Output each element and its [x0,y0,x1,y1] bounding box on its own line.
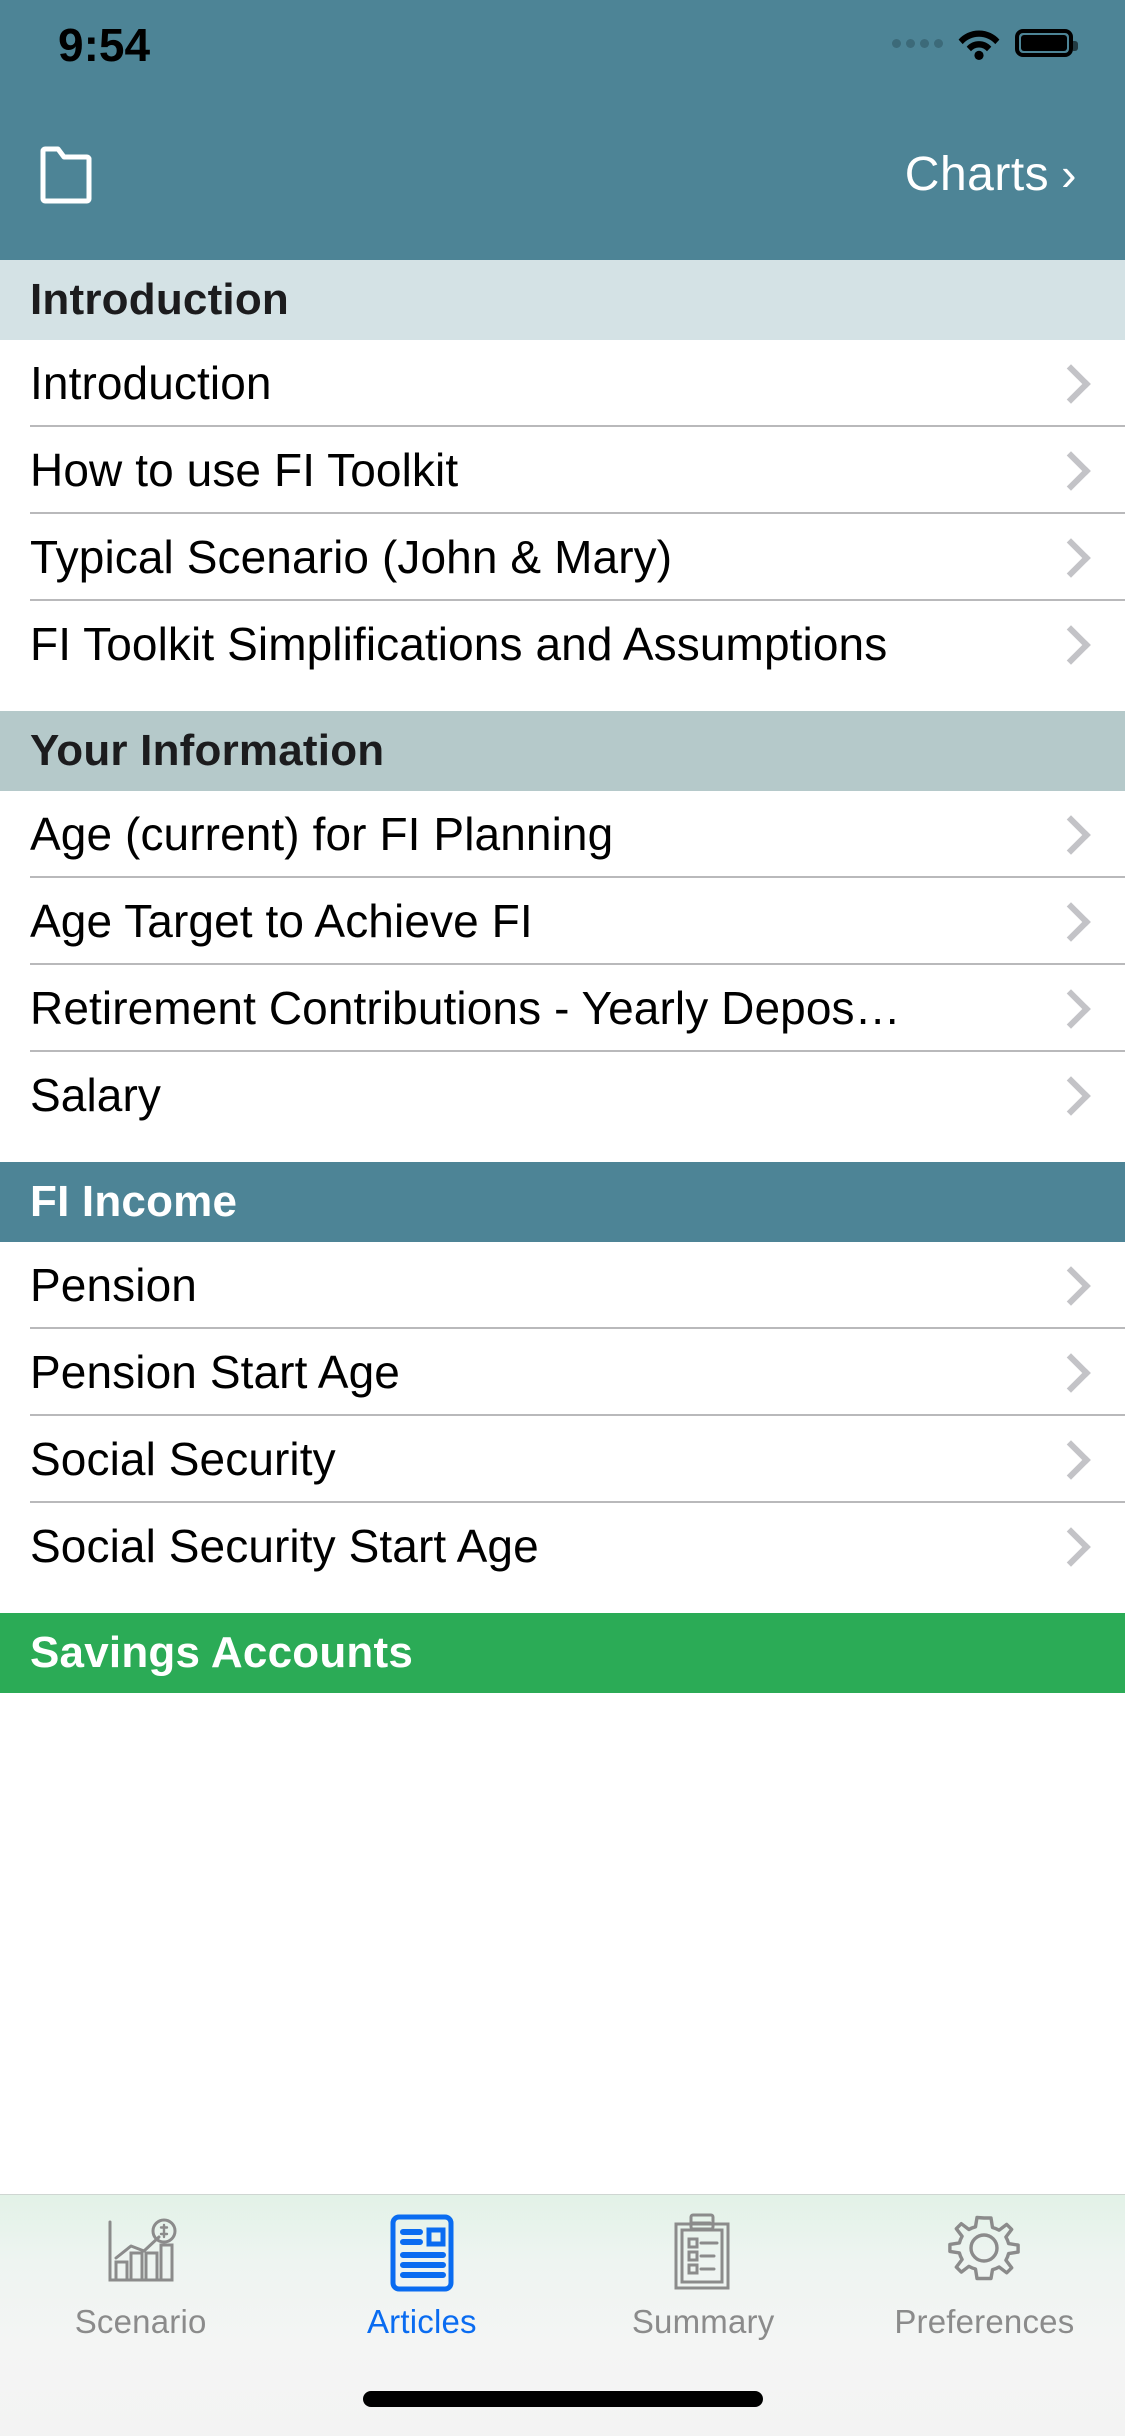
list-item-label: Pension Start Age [30,1345,400,1398]
chevron-right-icon [1053,627,1087,661]
chevron-right-icon [1053,1529,1087,1563]
gear-icon [943,2209,1025,2297]
status-bar: 9:54 [0,0,1125,88]
chevron-right-icon [1053,1268,1087,1302]
status-time: 9:54 [58,19,151,71]
chevron-right-icon [1053,904,1087,938]
clipboard-list-icon [668,2209,738,2297]
bar-chart-dollar-icon [100,2209,182,2297]
list-item[interactable]: Typical Scenario (John & Mary) [0,514,1125,599]
list-item-label: Introduction [30,356,272,409]
list-item-label: Typical Scenario (John & Mary) [30,530,673,583]
list-item[interactable]: FI Toolkit Simplifications and Assumptio… [0,601,1125,686]
list-item[interactable]: Age Target to Achieve FI [0,878,1125,963]
charts-nav-label: Charts [904,147,1050,201]
tab-summary[interactable]: Summary [563,2209,844,2341]
tab-scenario[interactable]: Scenario [0,2209,281,2341]
chevron-right-icon [1053,991,1087,1025]
list-item-label: Age (current) for FI Planning [30,807,614,860]
list-item-label: Social Security Start Age [30,1519,539,1572]
cellular-dots-icon [892,38,943,48]
list-group-padding [0,686,1125,711]
list-item[interactable]: Pension Start Age [0,1329,1125,1414]
chevron-right-icon [1053,1442,1087,1476]
article-list[interactable]: Introduction Introduction How to use FI To… [0,260,1125,2436]
article-document-icon [387,2209,457,2297]
list-item-label: Retirement Contributions - Yearly Depos… [30,981,901,1034]
wifi-icon [957,26,1001,60]
list-item[interactable]: Age (current) for FI Planning [0,791,1125,876]
chevron-right-icon [1053,1355,1087,1389]
tab-preferences[interactable]: Preferences [844,2209,1125,2341]
navigation-bar: Charts › [0,88,1125,260]
section-header-info: Your Information [0,711,1125,791]
chevron-right-icon: › [1061,148,1077,200]
list-item[interactable]: Retirement Contributions - Yearly Depos… [0,965,1125,1050]
list-item-label: Salary [30,1068,161,1121]
list-item[interactable]: Introduction [0,340,1125,425]
section-header-income: FI Income [0,1162,1125,1242]
charts-nav-button[interactable]: Charts › [905,147,1085,202]
list-item[interactable]: Social Security Start Age [0,1503,1125,1588]
section-header-savings: Savings Accounts [0,1613,1125,1693]
tab-articles[interactable]: Articles [281,2209,562,2341]
home-indicator-area [0,2367,1125,2436]
chevron-right-icon [1053,366,1087,400]
tab-articles-label: Articles [366,2303,477,2340]
list-item[interactable]: Salary [0,1052,1125,1137]
list-item-label: Social Security [30,1432,336,1485]
home-indicator[interactable] [362,2390,763,2407]
list-item-label: FI Toolkit Simplifications and Assumptio… [30,617,888,670]
chevron-right-icon [1053,817,1087,851]
list-item-label: How to use FI Toolkit [30,443,459,496]
list-item-label: Pension [30,1258,197,1311]
app-screen: 9:54 Charts › Introduction Introduction … [0,0,1125,2436]
tab-summary-label: Summary [631,2303,775,2340]
tab-preferences-label: Preferences [894,2303,1075,2340]
battery-icon [1015,29,1078,57]
chevron-right-icon [1053,453,1087,487]
list-item-label: Age Target to Achieve FI [30,894,533,947]
tab-scenario-label: Scenario [74,2303,207,2340]
folder-icon[interactable] [30,134,120,214]
list-item[interactable]: Pension [0,1242,1125,1327]
section-header-intro: Introduction [0,260,1125,340]
list-item[interactable]: Social Security [0,1416,1125,1501]
list-group-padding [0,1588,1125,1613]
status-indicators [892,26,1078,60]
tab-bar: Scenario Articles Summary Preferences [0,2194,1125,2436]
chevron-right-icon [1053,1078,1087,1112]
list-group-padding [0,1137,1125,1162]
chevron-right-icon [1053,540,1087,574]
list-item[interactable]: How to use FI Toolkit [0,427,1125,512]
